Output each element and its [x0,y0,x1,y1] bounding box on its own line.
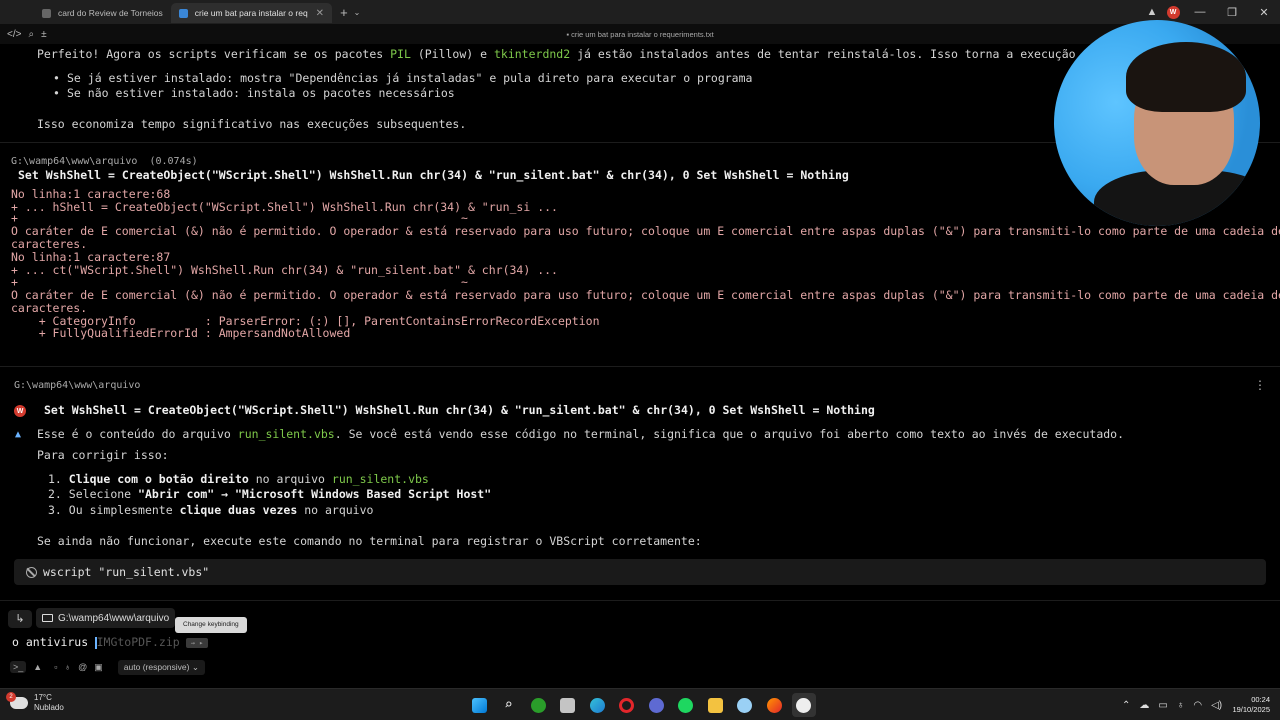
clock[interactable]: 00:24 19/10/2025 [1232,695,1270,715]
snipping-app[interactable] [556,693,580,717]
list-item: Se não estiver instalado: instala os pac… [53,87,455,101]
user-avatar-button[interactable]: W [1162,5,1184,19]
search-icon: ⌕ [504,697,513,713]
mention-icon[interactable]: @ [78,662,87,672]
code-block[interactable]: wscript "run_silent.vbs" [14,559,1266,585]
wifi-analyzer-app[interactable] [733,693,757,717]
edge-app[interactable] [585,693,609,717]
avatar: W [14,405,26,417]
clock-date: 19/10/2025 [1232,705,1270,714]
fix-title: Para corrigir isso: [37,448,169,462]
spotify-icon [678,697,693,713]
error-line: O caráter de E comercial (&) não é permi… [11,224,1280,238]
new-tab-button[interactable]: + [340,5,348,20]
prompt-input[interactable]: o antivirus IMGtoPDF.zip → ▸ [12,636,209,649]
network-icon[interactable]: ▭ [1158,700,1167,711]
cloud-icon [6,692,28,709]
path-chip[interactable]: G:\wamp64\www\arquivo [36,608,176,628]
tab-favicon-icon [178,8,188,18]
list-item: Se já estiver instalado: mostra "Dependê… [53,72,752,86]
tab-label: crie um bat para instalar o req [194,8,308,18]
maximize-button[interactable]: ❐ [1216,6,1248,19]
edge-icon [589,697,605,713]
user-command: Set WshShell = CreateObject("WScript.She… [44,403,875,417]
error-line: O caráter de E comercial (&) não é permi… [11,288,1280,302]
opera-icon [619,697,634,713]
tab-active[interactable]: crie um bat para instalar o req ✕ [170,3,333,23]
volume-icon[interactable]: ◁) [1211,700,1222,711]
chevron-down-icon[interactable]: ⌄ [354,8,361,17]
list-item: 1. Clique com o botão direito no arquivo… [48,472,429,486]
close-tab-icon[interactable]: ✕ [316,8,324,19]
xbox-app[interactable] [526,693,550,717]
tab-review[interactable]: card do Review de Torneios [34,3,171,23]
list-item: 2. Selecione "Abrir com" → "Microsoft Wi… [48,487,492,501]
search-button[interactable]: ⌕ [497,693,521,717]
arrow-app-icon [648,697,664,713]
fallback-text: Se ainda não funcionar, execute este com… [37,534,702,548]
spotify-app[interactable] [674,693,698,717]
block-command[interactable]: Set WshShell = CreateObject("WScript.She… [18,169,849,182]
model-selector[interactable]: auto (responsive) ⌄ [117,659,205,675]
window-title: ▪ crie um bat para instalar o requerimen… [566,29,714,39]
terminal-icon[interactable]: >_ [10,661,27,673]
cloud-sync-icon[interactable]: ☁ [1139,700,1149,711]
list-item: 3. Ou simplesmente clique duas vezes no … [48,503,374,517]
minimize-button[interactable]: — [1184,6,1216,18]
folder-icon [42,614,53,622]
clock-time: 00:24 [1251,695,1270,704]
weather-label: Nublado [34,703,64,712]
agent-icon: ▲ [15,429,22,440]
code-text: wscript "run_silent.vbs" [43,565,210,579]
image-icon[interactable]: ▣ [94,662,103,673]
return-icon[interactable]: ↳ [8,610,32,628]
warp-app[interactable] [791,693,816,717]
mic-icon[interactable]: ♁ [64,662,71,672]
warp-icon [796,697,811,713]
bell-icon[interactable]: ▲ [1142,6,1162,18]
start-button[interactable] [467,693,491,717]
windows-icon [471,697,487,713]
input-toolbar: >_ ▲ ▫ ♁ @ ▣ auto (responsive) ⌄ [10,659,205,675]
tooltip: Change keybinding [175,617,247,633]
attach-icon[interactable]: ▫ [54,662,57,672]
agent-mode-icon[interactable]: ▲ [33,662,42,672]
firefox-icon [766,697,782,713]
response-intro: Perfeito! Agora os scripts verificam se … [37,47,1166,61]
radar-icon [737,697,752,713]
agent-answer: Esse é o conteúdo do arquivo run_silent.… [37,427,1125,441]
folder-icon [707,697,723,713]
weather-widget[interactable]: 17°C Nublado [6,692,64,713]
error-line: + FullyQualifiedErrorId : AmpersandNotAl… [11,326,351,340]
wifi-icon[interactable]: ◠ [1193,700,1202,711]
app-arrow[interactable] [644,693,668,717]
mic-icon[interactable]: ♁ [1177,700,1185,711]
title-bar: card do Review de Torneios crie um bat p… [0,0,1280,24]
chevron-up-icon[interactable]: ⌃ [1122,700,1130,711]
snipping-icon [560,697,575,713]
firefox-app[interactable] [762,693,786,717]
taskbar: 17°C Nublado ⌕ ⌃ ☁ ▭ ♁ ◠ ◁) 00:24 19/10/… [0,688,1280,720]
block-path: G:\wamp64\www\arquivo [14,380,141,391]
path-chip-label: G:\wamp64\www\arquivo [58,612,170,624]
tab-label: card do Review de Torneios [58,8,163,18]
sub-toolbar: </> ⌕ ± ▪ crie um bat para instalar o re… [0,24,1280,44]
tab-favicon-icon [42,8,51,18]
xbox-icon [530,697,546,713]
response-outro: Isso economiza tempo significativo nas e… [37,117,467,131]
more-options-icon[interactable]: ⋮ [1254,378,1266,392]
close-window-button[interactable]: ✕ [1248,6,1280,19]
avatar: W [1166,5,1180,19]
blocked-icon [26,566,37,578]
webcam-overlay [1054,20,1260,226]
opera-app[interactable] [615,693,639,717]
weather-temp: 17°C [34,693,52,702]
explorer-app[interactable] [703,693,727,717]
block-path: G:\wamp64\www\arquivo (0.074s) [11,156,198,167]
